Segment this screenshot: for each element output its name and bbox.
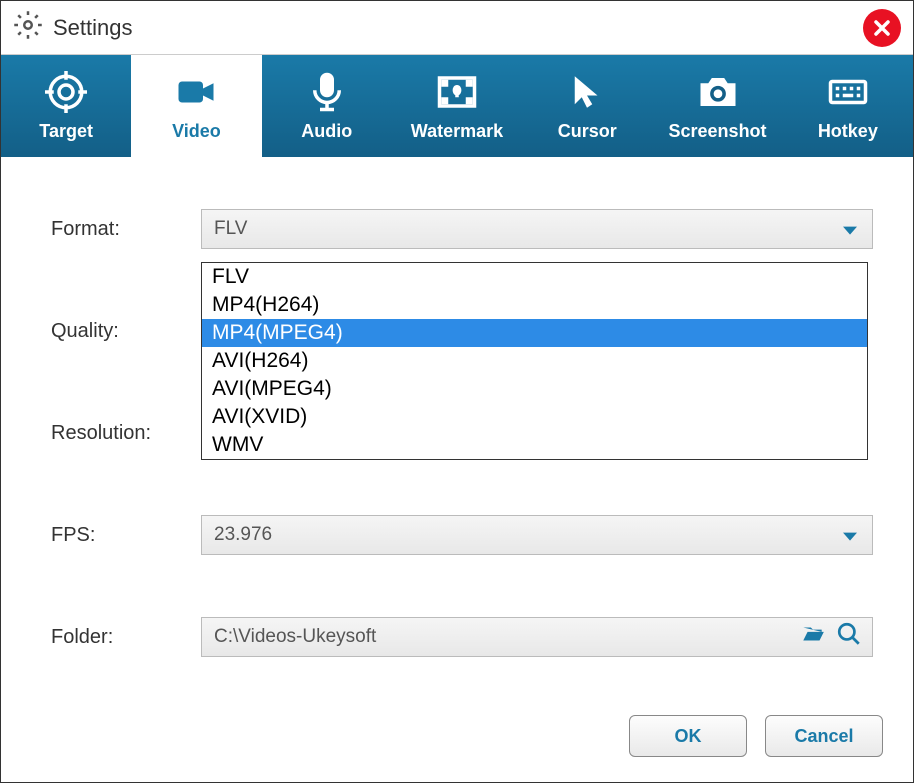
close-button[interactable] xyxy=(863,9,901,47)
format-option[interactable]: WMV xyxy=(202,431,867,459)
fps-label: FPS: xyxy=(51,524,201,547)
format-option[interactable]: AVI(MPEG4) xyxy=(202,375,867,403)
close-icon xyxy=(872,18,892,38)
cursor-icon xyxy=(566,71,608,113)
format-label: Format: xyxy=(51,218,201,241)
tab-label: Screenshot xyxy=(669,121,767,142)
content-panel: Format: FLV Quality: Resolution: FPS: 23… xyxy=(1,157,913,737)
gear-icon xyxy=(13,10,43,45)
tab-bar: Target Video Audio xyxy=(1,55,913,157)
folder-row: Folder: C:\Videos-Ukeysoft xyxy=(51,615,873,659)
format-dropdown: FLV MP4(H264) MP4(MPEG4) AVI(H264) AVI(M… xyxy=(201,262,868,460)
fps-select[interactable]: 23.976 xyxy=(201,515,873,555)
browse-icon[interactable] xyxy=(836,621,862,653)
watermark-icon xyxy=(436,71,478,113)
ok-button[interactable]: OK xyxy=(629,715,747,757)
fps-row: FPS: 23.976 xyxy=(51,513,873,557)
target-icon xyxy=(45,71,87,113)
format-option[interactable]: FLV xyxy=(202,263,867,291)
format-value: FLV xyxy=(214,218,247,240)
tab-audio[interactable]: Audio xyxy=(262,55,392,157)
tab-target[interactable]: Target xyxy=(1,55,131,157)
format-option[interactable]: MP4(MPEG4) xyxy=(202,319,867,347)
titlebar: Settings xyxy=(1,1,913,55)
tab-label: Target xyxy=(39,121,93,142)
format-option[interactable]: MP4(H264) xyxy=(202,291,867,319)
cancel-button[interactable]: Cancel xyxy=(765,715,883,757)
tab-label: Watermark xyxy=(411,121,503,142)
resolution-label: Resolution: xyxy=(51,422,201,445)
tab-label: Video xyxy=(172,121,221,142)
format-row: Format: FLV xyxy=(51,207,873,251)
tab-screenshot[interactable]: Screenshot xyxy=(652,55,782,157)
tab-hotkey[interactable]: Hotkey xyxy=(783,55,913,157)
settings-window: Settings Target Video xyxy=(0,0,914,783)
folder-value: C:\Videos-Ukeysoft xyxy=(214,626,376,648)
open-folder-icon[interactable] xyxy=(800,621,826,653)
dialog-buttons: OK Cancel xyxy=(629,715,883,757)
tab-label: Hotkey xyxy=(818,121,878,142)
keyboard-icon xyxy=(827,71,869,113)
format-option[interactable]: AVI(XVID) xyxy=(202,403,867,431)
window-title: Settings xyxy=(53,15,133,41)
quality-label: Quality: xyxy=(51,320,201,343)
tab-label: Cursor xyxy=(558,121,617,142)
microphone-icon xyxy=(306,71,348,113)
tab-label: Audio xyxy=(301,121,352,142)
format-select[interactable]: FLV xyxy=(201,209,873,249)
tab-watermark[interactable]: Watermark xyxy=(392,55,522,157)
video-icon xyxy=(175,71,217,113)
tab-cursor[interactable]: Cursor xyxy=(522,55,652,157)
folder-input[interactable]: C:\Videos-Ukeysoft xyxy=(201,617,873,657)
camera-icon xyxy=(697,71,739,113)
format-option[interactable]: AVI(H264) xyxy=(202,347,867,375)
fps-value: 23.976 xyxy=(214,524,272,546)
tab-video[interactable]: Video xyxy=(131,55,261,157)
folder-label: Folder: xyxy=(51,626,201,649)
